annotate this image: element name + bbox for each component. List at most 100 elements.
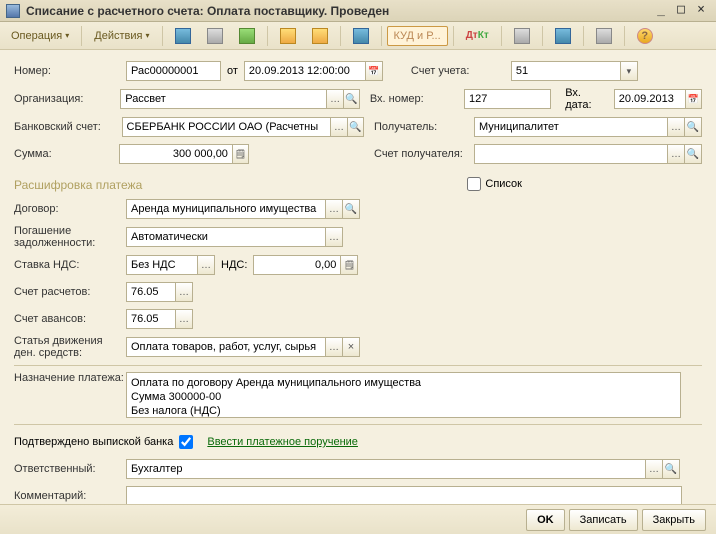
recipient-acc-field[interactable] [474, 144, 668, 164]
label-responsible: Ответственный: [14, 463, 126, 475]
acc-advance-field[interactable] [126, 309, 176, 329]
label-repayment: Погашение задолженности: [14, 225, 126, 249]
go-icon [239, 28, 255, 44]
recipient-field[interactable] [474, 117, 668, 137]
operation-menu[interactable]: Операция▾ [4, 25, 76, 47]
acc-calc-field[interactable] [126, 282, 176, 302]
tb-icon-8[interactable] [548, 25, 578, 47]
refresh-icon [175, 28, 191, 44]
repayment-field[interactable] [126, 227, 326, 247]
org-select-button[interactable] [326, 89, 343, 109]
minimize-button[interactable]: _ [652, 3, 670, 19]
acc-calc-select-button[interactable] [175, 282, 193, 302]
bank-acc-field[interactable] [122, 117, 332, 137]
tb-icon-1[interactable] [168, 25, 198, 47]
structure-icon [555, 28, 571, 44]
sum-field[interactable] [119, 144, 233, 164]
confirmed-checkbox[interactable] [179, 435, 193, 449]
tb-icon-6[interactable] [346, 25, 376, 47]
date-calendar-button[interactable] [365, 61, 383, 81]
purpose-textarea[interactable] [126, 372, 681, 418]
comment-field[interactable] [126, 486, 682, 504]
responsible-search-button[interactable] [662, 459, 680, 479]
contract-search-button[interactable] [342, 199, 360, 219]
tb-icon-7[interactable] [507, 25, 537, 47]
cash-flow-field[interactable] [126, 337, 326, 357]
recipient-search-button[interactable] [684, 117, 702, 137]
list-icon [207, 28, 223, 44]
label-from: от [227, 65, 238, 77]
label-list: Список [485, 178, 522, 190]
label-acc-calc: Счет расчетов: [14, 286, 126, 298]
label-org: Организация: [14, 93, 120, 105]
close-window-button[interactable]: × [692, 3, 710, 19]
repayment-select-button[interactable] [325, 227, 343, 247]
recipient-acc-search-button[interactable] [684, 144, 702, 164]
vh-nomer-field[interactable] [464, 89, 551, 109]
kud-button[interactable]: КУД и Р... [387, 26, 448, 46]
doc-icon-2 [312, 28, 328, 44]
help-button[interactable]: ? [630, 25, 660, 47]
label-comment: Комментарий: [14, 490, 126, 502]
label-acc-advance: Счет авансов: [14, 313, 126, 325]
label-recipient-acc: Счет получателя: [374, 148, 474, 160]
org-field[interactable] [120, 89, 327, 109]
settings-icon [353, 28, 369, 44]
bank-acc-select-button[interactable] [330, 117, 347, 137]
tb-icon-dkt[interactable]: ДтКт [459, 25, 496, 47]
label-recipient: Получатель: [374, 121, 474, 133]
contract-select-button[interactable] [325, 199, 343, 219]
sum-calc-button[interactable] [232, 144, 249, 164]
actions-menu[interactable]: Действия▾ [87, 25, 156, 47]
tb-icon-9[interactable] [589, 25, 619, 47]
responsible-select-button[interactable] [645, 459, 663, 479]
app-icon [6, 4, 20, 18]
label-vat: НДС: [221, 259, 247, 271]
label-vat-rate: Ставка НДС: [14, 259, 126, 271]
vat-rate-select-button[interactable] [197, 255, 215, 275]
print-icon [596, 28, 612, 44]
responsible-field[interactable] [126, 459, 646, 479]
number-field[interactable] [126, 61, 221, 81]
tb-icon-3[interactable] [232, 25, 262, 47]
save-button[interactable]: Записать [569, 509, 638, 531]
tb-icon-5[interactable] [305, 25, 335, 47]
vat-field[interactable] [253, 255, 341, 275]
window-title: Списание с расчетного счета: Оплата пост… [26, 4, 650, 18]
acc-ucheta-field[interactable] [511, 61, 621, 81]
close-button[interactable]: Закрыть [642, 509, 706, 531]
footer: OK Записать Закрыть [0, 504, 716, 534]
label-confirmed: Подтверждено выпиской банка [14, 436, 173, 448]
decoding-group-title: Расшифровка платежа [14, 178, 142, 192]
label-vh-data: Вх. дата: [565, 87, 608, 111]
contract-field[interactable] [126, 199, 326, 219]
maximize-button[interactable]: □ [672, 3, 690, 19]
toolbar: Операция▾ Действия▾ КУД и Р... ДтКт ? [0, 22, 716, 50]
list-checkbox[interactable] [467, 177, 481, 191]
cash-flow-select-button[interactable] [325, 337, 343, 357]
date-field[interactable] [244, 61, 366, 81]
recipient-acc-select-button[interactable] [667, 144, 685, 164]
vh-data-calendar-button[interactable] [685, 89, 702, 109]
ok-button[interactable]: OK [526, 509, 565, 531]
tb-icon-2[interactable] [200, 25, 230, 47]
vh-data-field[interactable] [614, 89, 686, 109]
acc-advance-select-button[interactable] [175, 309, 193, 329]
cash-flow-clear-button[interactable] [342, 337, 360, 357]
titlebar: Списание с расчетного счета: Оплата пост… [0, 0, 716, 22]
label-cash-flow: Статья движения ден. средств: [14, 335, 126, 359]
label-bank-acc: Банковский счет: [14, 121, 122, 133]
label-vh-nomer: Вх. номер: [370, 93, 464, 105]
bank-acc-search-button[interactable] [347, 117, 364, 137]
report-icon [514, 28, 530, 44]
vat-calc-button[interactable] [340, 255, 358, 275]
org-search-button[interactable] [343, 89, 360, 109]
acc-ucheta-dropdown[interactable] [620, 61, 638, 81]
label-number: Номер: [14, 65, 126, 77]
vat-rate-field[interactable] [126, 255, 198, 275]
label-acc-ucheta: Счет учета: [411, 65, 511, 77]
doc-icon-1 [280, 28, 296, 44]
recipient-select-button[interactable] [667, 117, 685, 137]
enter-pp-link[interactable]: Ввести платежное поручение [207, 436, 358, 448]
tb-icon-4[interactable] [273, 25, 303, 47]
